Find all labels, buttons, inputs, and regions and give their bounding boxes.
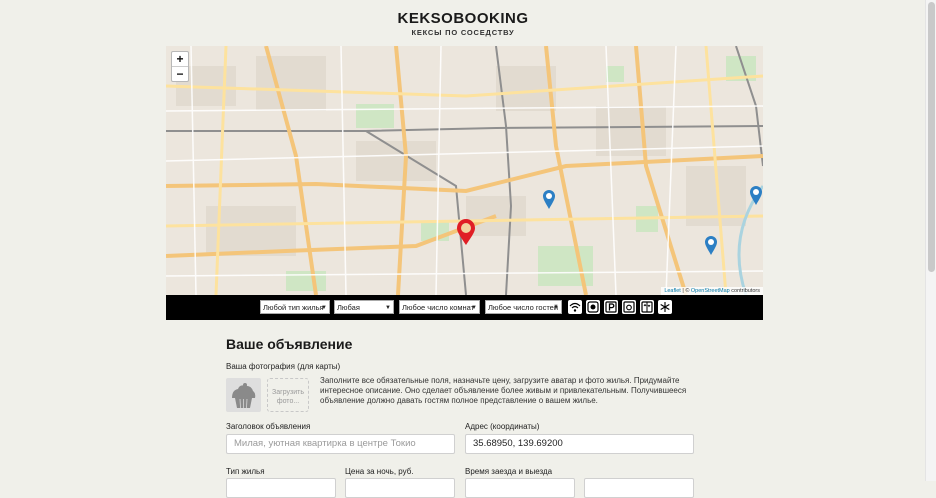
- price-input[interactable]: [345, 478, 455, 498]
- main-pin[interactable]: [456, 218, 476, 251]
- tagline: КЕКСЫ ПО СОСЕДСТВУ: [411, 28, 515, 37]
- timein-select[interactable]: [465, 478, 575, 498]
- conditioner-icon: [660, 302, 670, 312]
- offer-pin[interactable]: [542, 189, 556, 215]
- scrollbar-thumb[interactable]: [928, 2, 935, 272]
- guests-filter[interactable]: Любое число гостей ▼: [485, 300, 562, 314]
- chevron-down-icon: ▼: [385, 305, 391, 311]
- filter-wifi[interactable]: [568, 300, 582, 314]
- filter-washer[interactable]: [622, 300, 636, 314]
- avatar-preview: [226, 378, 261, 412]
- map-filters: Любой тип жилья ▼ Любая ▼ Любое число комн…: [166, 295, 763, 320]
- timeout-select[interactable]: [584, 478, 694, 498]
- form-title: Ваше объявление: [226, 336, 353, 352]
- address-label: Адрес (координаты): [465, 422, 540, 431]
- offer-pin-icon: [750, 186, 762, 205]
- leaflet-link[interactable]: Leaflet: [664, 288, 681, 294]
- map-attribution: Leaflet | © OpenStreetMap contributors: [661, 287, 763, 295]
- filter-conditioner[interactable]: [658, 300, 672, 314]
- guests-value: Любое число гостей: [488, 303, 559, 312]
- chevron-down-icon: ▼: [321, 305, 327, 311]
- housing-type-filter[interactable]: Любой тип жилья ▼: [260, 300, 330, 314]
- headline-label: Заголовок объявления: [226, 422, 311, 431]
- photo-label: Ваша фотография (для карты): [226, 362, 341, 371]
- offer-pin-icon: [543, 190, 555, 209]
- offer-pin[interactable]: [704, 235, 718, 261]
- dishwasher-icon: [587, 301, 599, 313]
- map-tiles: [166, 46, 763, 295]
- osm-link[interactable]: OpenStreetMap: [691, 288, 730, 294]
- map[interactable]: + − Leaflet | © OpenStreetMap contributo…: [166, 46, 763, 295]
- housing-type-value: Любой тип жилья: [263, 303, 324, 312]
- parking-icon: [605, 301, 617, 313]
- offer-pin-icon: [705, 236, 717, 255]
- chevron-down-icon: ▼: [471, 305, 477, 311]
- zoom-out-button[interactable]: −: [172, 66, 188, 81]
- wifi-icon: [569, 302, 581, 312]
- photo-upload-button[interactable]: Загрузить фото...: [267, 378, 309, 412]
- offer-pin[interactable]: [749, 185, 763, 211]
- elevator-icon: [641, 301, 653, 313]
- time-label: Время заезда и выезда: [465, 467, 553, 476]
- main-pin-icon: [457, 219, 475, 245]
- price-filter[interactable]: Любая ▼: [334, 300, 394, 314]
- logo[interactable]: KEKSOBOOKING: [0, 10, 926, 28]
- address-input[interactable]: 35.68950, 139.69200: [465, 434, 694, 454]
- filter-elevator[interactable]: [640, 300, 654, 314]
- washer-icon: [623, 301, 635, 313]
- chevron-down-icon: ▼: [553, 305, 559, 311]
- form-hint: Заполните все обязательные поля, назначь…: [320, 376, 687, 405]
- price-label: Цена за ночь, руб.: [345, 467, 414, 476]
- filter-parking[interactable]: [604, 300, 618, 314]
- type-select[interactable]: [226, 478, 336, 498]
- zoom-control: + −: [171, 51, 189, 82]
- page-scrollbar[interactable]: [925, 0, 936, 481]
- attribution-tail: contributors: [729, 288, 760, 294]
- site-header: KEKSOBOOKING КЕКСЫ ПО СОСЕДСТВУ: [0, 10, 926, 38]
- price-value: Любая: [337, 303, 360, 312]
- type-label: Тип жилья: [226, 467, 265, 476]
- rooms-value: Любое число комнат: [402, 303, 475, 312]
- zoom-in-button[interactable]: +: [172, 52, 188, 66]
- muffin-icon: [232, 383, 256, 409]
- headline-input[interactable]: Милая, уютная квартирка в центре Токио: [226, 434, 455, 454]
- filter-dishwasher[interactable]: [586, 300, 600, 314]
- attribution-separator: | ©: [680, 288, 691, 294]
- rooms-filter[interactable]: Любое число комнат ▼: [399, 300, 480, 314]
